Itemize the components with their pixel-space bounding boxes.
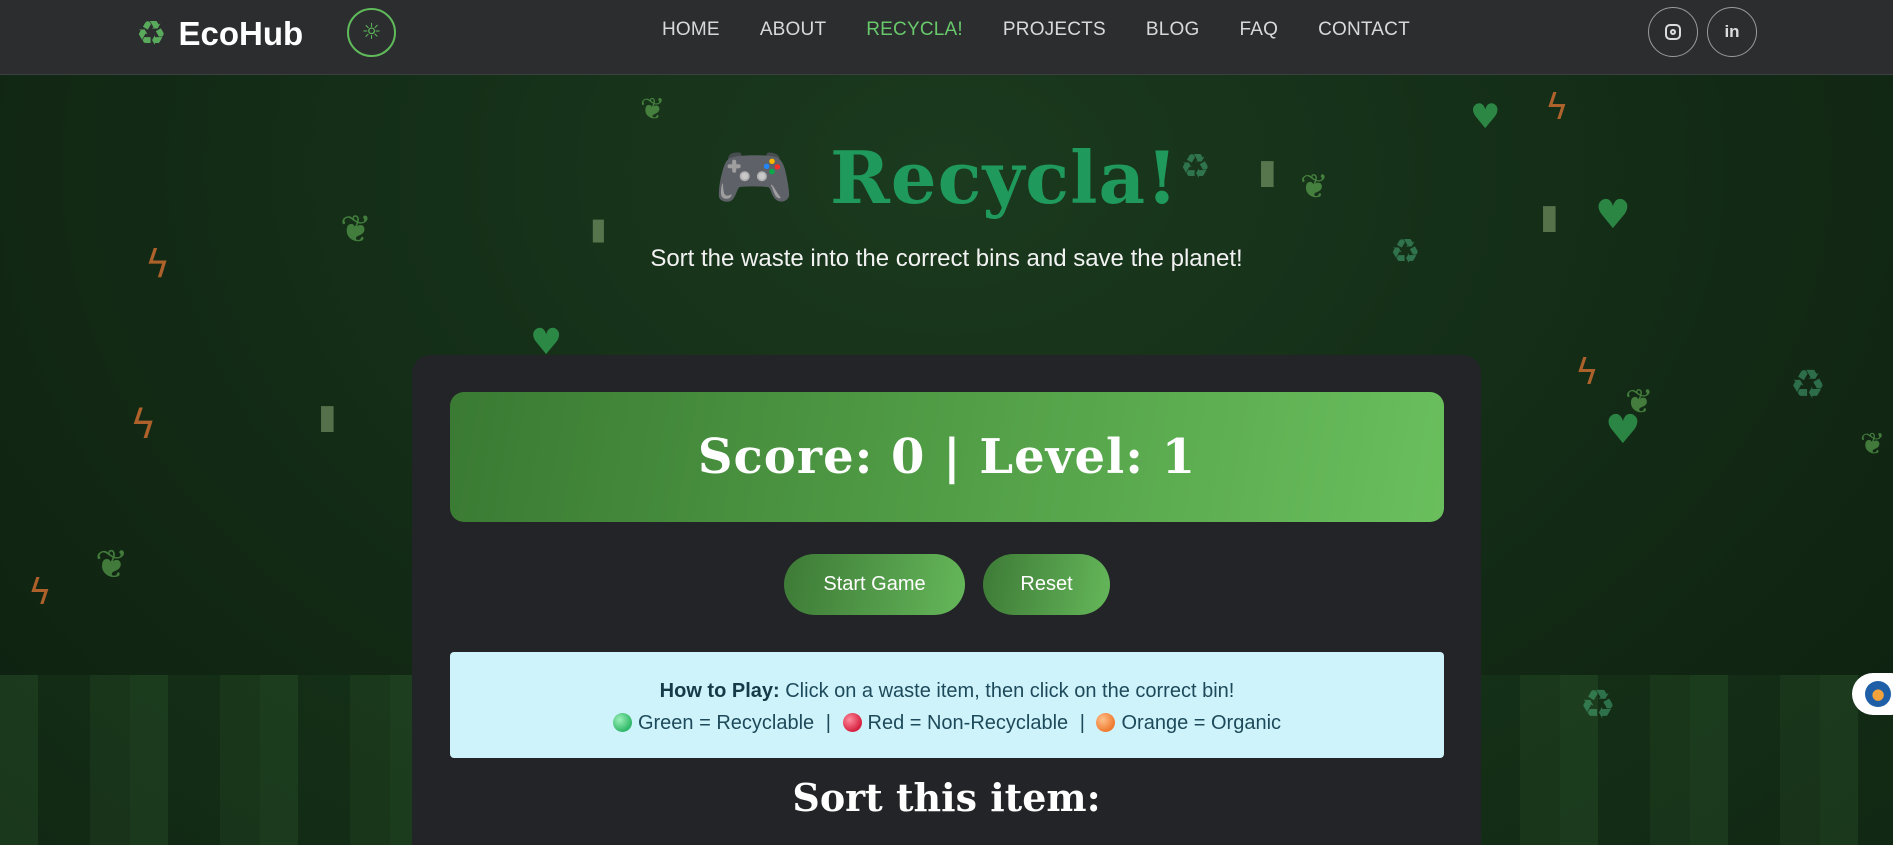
- game-panel: Score: 0 | Level: 1 Start Game Reset How…: [412, 355, 1481, 845]
- legend-separator: |: [1079, 712, 1085, 734]
- leaf-icon: ❦: [95, 542, 129, 588]
- game-controller-icon: 🎮: [714, 140, 794, 215]
- page-subtitle: Sort the waste into the correct bins and…: [650, 245, 1243, 272]
- start-game-button[interactable]: Start Game: [784, 554, 965, 615]
- reset-button[interactable]: Reset: [983, 554, 1110, 615]
- heart-icon: ♥: [1470, 97, 1501, 137]
- legend-non-recyclable: Red = Non-Recyclable: [867, 712, 1069, 734]
- nav-item-about[interactable]: ABOUT: [760, 19, 826, 41]
- brand-logo[interactable]: ♻ EcoHub: [136, 14, 303, 54]
- battery-icon: ▮: [318, 397, 337, 437]
- legend-recyclable: Green = Recyclable: [637, 712, 815, 734]
- top-navbar: ♻ EcoHub ☼ HOME ABOUT RECYCLA! PROJECTS …: [0, 0, 1893, 75]
- recycle-icon: ♻: [1790, 362, 1826, 408]
- sun-icon: ☼: [361, 20, 382, 45]
- lightning-icon: ϟ: [1575, 352, 1599, 393]
- linkedin-button[interactable]: in: [1707, 7, 1757, 57]
- main-menu: HOME ABOUT RECYCLA! PROJECTS BLOG FAQ CO…: [662, 19, 1410, 41]
- how-to-play-box: How to Play: Click on a waste item, then…: [450, 652, 1444, 758]
- orange-dot-icon: [1096, 713, 1116, 732]
- leaf-icon: ❦: [640, 92, 666, 127]
- how-to-play-heading: How to Play:: [659, 680, 780, 702]
- heart-icon: ♥: [1605, 407, 1641, 453]
- page-title: Recycla!: [829, 135, 1179, 220]
- lightning-icon: ϟ: [130, 402, 157, 448]
- instagram-icon: [1665, 24, 1681, 40]
- lightning-icon: ϟ: [1545, 87, 1569, 128]
- accessibility-icon: ●: [1865, 681, 1891, 707]
- sort-item-heading: Sort this item:: [792, 775, 1101, 820]
- nav-item-blog[interactable]: BLOG: [1146, 19, 1200, 41]
- nav-item-projects[interactable]: PROJECTS: [1003, 19, 1106, 41]
- recycle-icon: ♻: [136, 14, 167, 54]
- bin-legend: Green = Recyclable | Red = Non-Recyclabl…: [450, 707, 1444, 739]
- green-dot-icon: [612, 713, 632, 732]
- linkedin-icon: in: [1724, 22, 1740, 41]
- theme-toggle-button[interactable]: ☼: [347, 8, 396, 57]
- leaf-icon: ❦: [1860, 427, 1886, 462]
- instagram-button[interactable]: [1648, 7, 1698, 57]
- legend-separator: |: [825, 712, 831, 734]
- lightning-icon: ϟ: [28, 572, 52, 613]
- nav-item-recycla[interactable]: RECYCLA!: [866, 19, 963, 41]
- accessibility-widget-button[interactable]: ●: [1852, 673, 1893, 715]
- how-to-play-text: Click on a waste item, then click on the…: [785, 680, 1235, 702]
- nav-item-home[interactable]: HOME: [662, 19, 720, 41]
- red-dot-icon: [842, 713, 862, 732]
- nav-item-faq[interactable]: FAQ: [1239, 19, 1278, 41]
- nav-item-contact[interactable]: CONTACT: [1318, 19, 1410, 41]
- legend-organic: Orange = Organic: [1121, 712, 1282, 734]
- recycle-icon: ♻: [1580, 682, 1616, 728]
- brand-name: EcoHub: [178, 15, 304, 52]
- how-to-play-line: How to Play: Click on a waste item, then…: [450, 675, 1444, 707]
- score-level-text: Score: 0 | Level: 1: [697, 429, 1197, 485]
- hero-heading: 🎮 Recycla!: [0, 135, 1893, 220]
- scoreboard: Score: 0 | Level: 1: [450, 392, 1444, 522]
